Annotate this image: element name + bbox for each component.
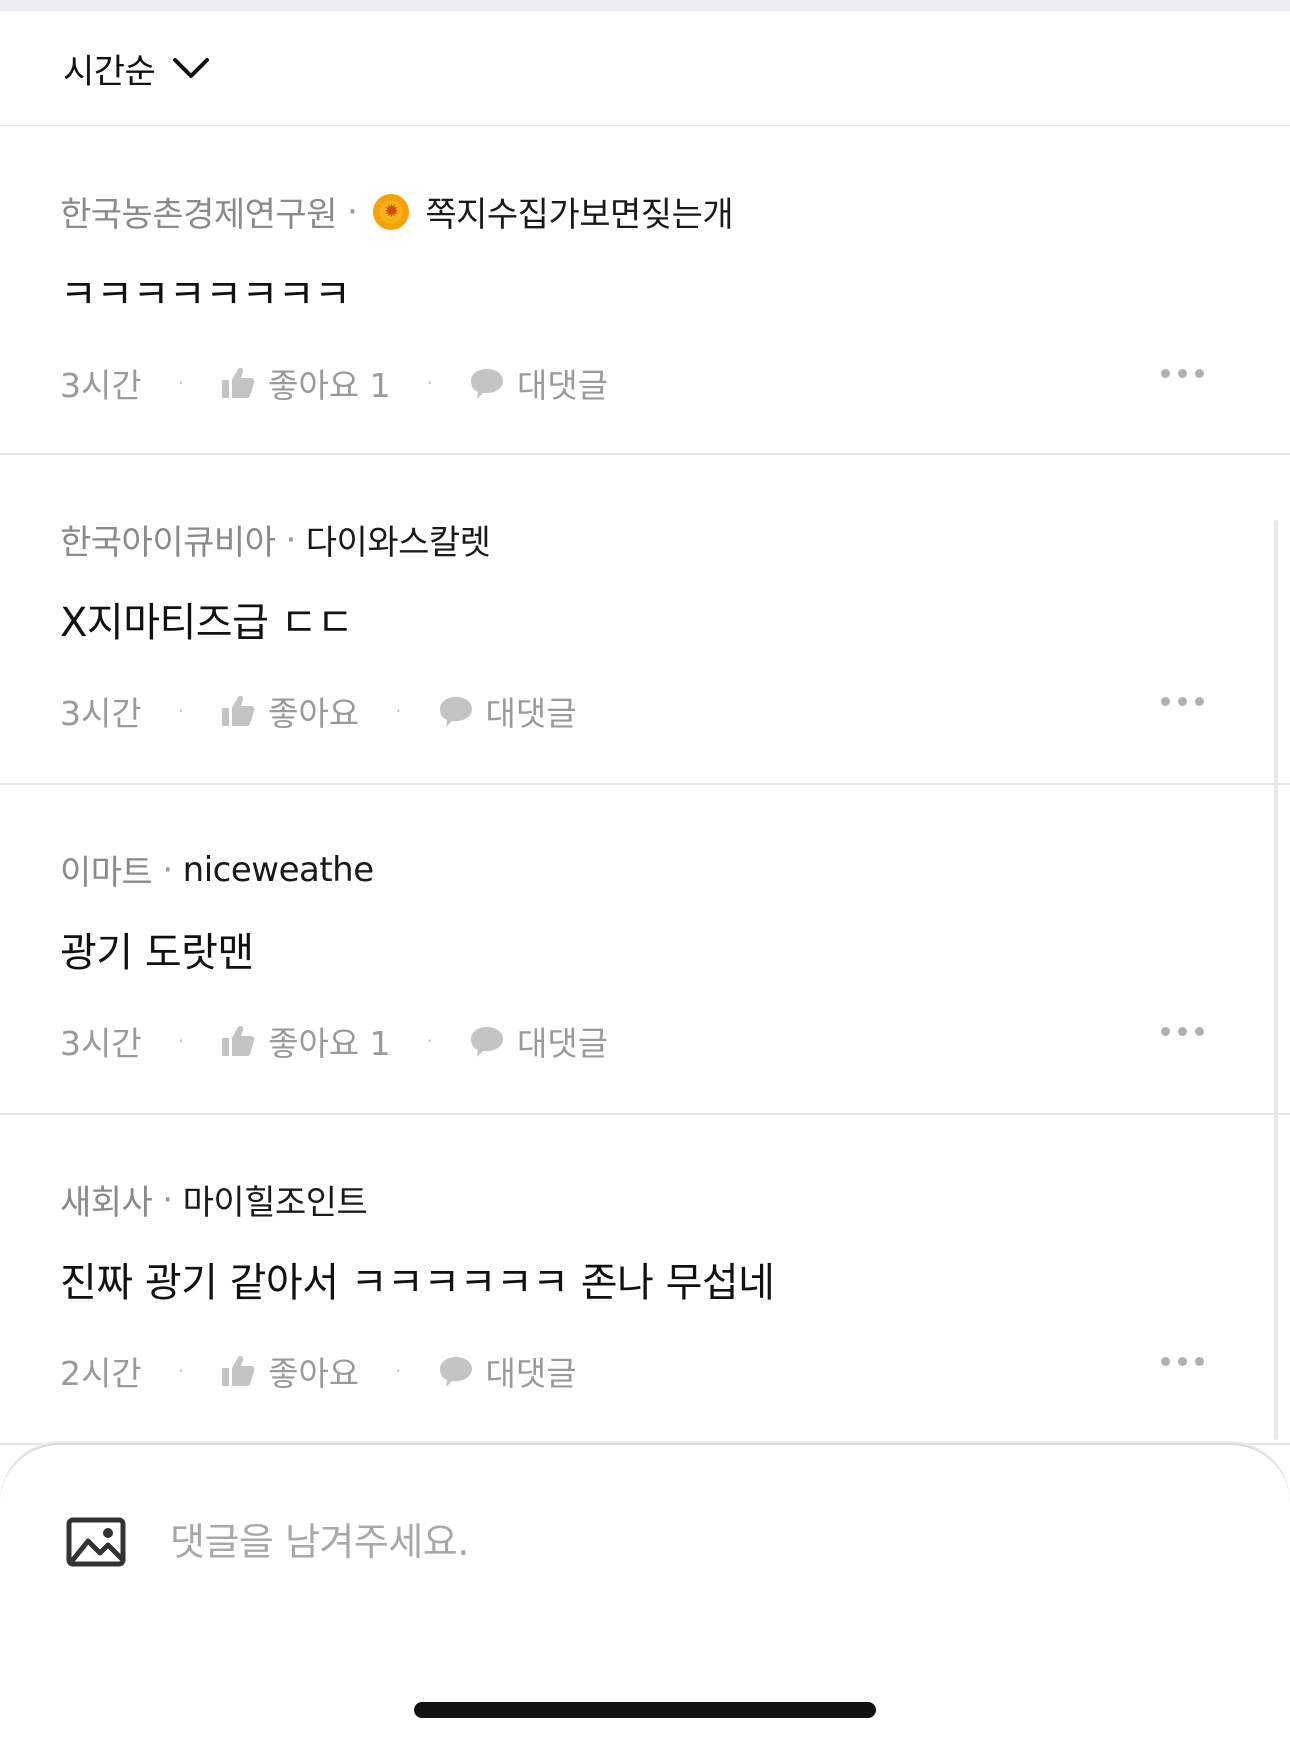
- like-button[interactable]: 좋아요: [220, 687, 359, 735]
- comment-item: 이마트 · niceweathe 광기 도랏맨 3시간 · 좋아요 1 · 대댓…: [0, 785, 1290, 1115]
- separator-dot: ·: [426, 1029, 434, 1053]
- comment-time: 3시간: [60, 1024, 142, 1063]
- more-options-button[interactable]: [1161, 1357, 1204, 1366]
- thumbs-up-icon: [222, 1356, 255, 1386]
- more-horizontal-icon-dot: [1161, 369, 1170, 378]
- comment-header: 한국농촌경제연구원 · ✹ 쪽지수집가보면짖는개: [60, 187, 734, 236]
- more-options-button[interactable]: [1161, 1027, 1204, 1036]
- comment-text: X지마티즈급 ㄷㄷ: [60, 600, 354, 646]
- like-button[interactable]: 좋아요: [220, 1347, 359, 1395]
- more-options-button[interactable]: [1161, 369, 1204, 378]
- separator-dot: ·: [162, 1179, 173, 1220]
- comment-input[interactable]: [170, 1520, 1070, 1564]
- thumbs-up-icon: [222, 696, 255, 726]
- more-horizontal-icon-dot: [1161, 1027, 1170, 1036]
- comment-footer: 3시간 · 좋아요 · 대댓글: [60, 687, 1230, 735]
- speech-bubble-icon: [439, 1357, 472, 1387]
- reply-button[interactable]: 대댓글: [438, 1347, 577, 1395]
- comment-item: 한국아이큐비아 · 다이와스칼렛 X지마티즈급 ㄷㄷ 3시간 · 좋아요 · 대…: [0, 455, 1290, 785]
- scrollbar[interactable]: [1274, 520, 1278, 1440]
- separator-dot: ·: [162, 849, 173, 890]
- comment-text: ㅋㅋㅋㅋㅋㅋㅋㅋ: [60, 272, 351, 318]
- comment-header: 새회사 · 마이힐조인트: [60, 1175, 368, 1224]
- like-label: 좋아요: [268, 694, 360, 733]
- author-nickname[interactable]: 쪽지수집가보면짖는개: [425, 187, 733, 236]
- separator-dot: ·: [285, 519, 296, 560]
- like-button[interactable]: 좋아요 1: [220, 1017, 391, 1065]
- sort-label: 시간순: [63, 51, 156, 92]
- author-company: 한국아이큐비아: [60, 523, 276, 563]
- sun-badge-icon: ✹: [373, 193, 410, 230]
- separator-dot: ·: [426, 371, 434, 395]
- comment-list: 한국농촌경제연구원 · ✹ 쪽지수집가보면짖는개 ㅋㅋㅋㅋㅋㅋㅋㅋ 3시간 · …: [0, 127, 1290, 1445]
- author-nickname[interactable]: 마이힐조인트: [183, 1175, 368, 1224]
- reply-label: 대댓글: [517, 1024, 609, 1063]
- home-indicator: [414, 1702, 876, 1718]
- comment-text: 진짜 광기 같아서 ㅋㅋㅋㅋㅋㅋ 존나 무섭네: [60, 1260, 775, 1306]
- author-company: 새회사: [60, 1183, 153, 1223]
- separator-dot: ·: [395, 1359, 402, 1383]
- separator-dot: ·: [395, 699, 402, 723]
- comment-footer: 3시간 · 좋아요 1 · 대댓글: [60, 359, 1230, 407]
- like-label: 좋아요 1: [268, 366, 391, 405]
- comment-footer: 2시간 · 좋아요 · 대댓글: [60, 1347, 1230, 1395]
- author-nickname[interactable]: niceweathe: [183, 850, 374, 890]
- speech-bubble-icon: [439, 697, 472, 727]
- chevron-down-icon: [173, 58, 210, 78]
- comment-header: 이마트 · niceweathe: [60, 845, 374, 894]
- separator-dot: ·: [347, 191, 358, 232]
- comment-header: 한국아이큐비아 · 다이와스칼렛: [60, 515, 491, 564]
- composer-row: [66, 1517, 1070, 1567]
- more-options-button[interactable]: [1161, 697, 1204, 706]
- author-company: 한국농촌경제연구원: [60, 195, 338, 235]
- reply-label: 대댓글: [485, 694, 577, 733]
- separator-dot: ·: [177, 699, 185, 723]
- comment-composer: [0, 1443, 1290, 1742]
- more-horizontal-icon-dot: [1161, 697, 1170, 706]
- reply-label: 대댓글: [517, 366, 609, 405]
- comment-item: 새회사 · 마이힐조인트 진짜 광기 같아서 ㅋㅋㅋㅋㅋㅋ 존나 무섭네 2시간…: [0, 1115, 1290, 1445]
- like-label: 좋아요: [268, 1354, 360, 1393]
- image-icon[interactable]: [66, 1517, 126, 1567]
- author-company: 이마트: [60, 853, 153, 893]
- thumbs-up-icon: [222, 1026, 255, 1056]
- separator-dot: ·: [177, 1029, 185, 1053]
- comment-text: 광기 도랏맨: [60, 930, 254, 976]
- reply-label: 대댓글: [485, 1354, 577, 1393]
- sort-dropdown[interactable]: 시간순: [0, 11, 1290, 126]
- top-strip: [0, 0, 1290, 11]
- reply-button[interactable]: 대댓글: [469, 359, 608, 407]
- thumbs-up-icon: [222, 368, 255, 398]
- comment-item: 한국농촌경제연구원 · ✹ 쪽지수집가보면짖는개 ㅋㅋㅋㅋㅋㅋㅋㅋ 3시간 · …: [0, 127, 1290, 455]
- comment-time: 2시간: [60, 1354, 142, 1393]
- like-label: 좋아요 1: [268, 1024, 391, 1063]
- like-button[interactable]: 좋아요 1: [220, 359, 391, 407]
- separator-dot: ·: [177, 371, 185, 395]
- comment-time: 3시간: [60, 694, 142, 733]
- reply-button[interactable]: 대댓글: [469, 1017, 608, 1065]
- speech-bubble-icon: [471, 1027, 504, 1057]
- author-nickname[interactable]: 다이와스칼렛: [306, 515, 491, 564]
- reply-button[interactable]: 대댓글: [438, 687, 577, 735]
- comment-footer: 3시간 · 좋아요 1 · 대댓글: [60, 1017, 1230, 1065]
- comment-time: 3시간: [60, 366, 142, 405]
- speech-bubble-icon: [471, 369, 504, 399]
- separator-dot: ·: [177, 1359, 185, 1383]
- more-horizontal-icon-dot: [1161, 1357, 1170, 1366]
